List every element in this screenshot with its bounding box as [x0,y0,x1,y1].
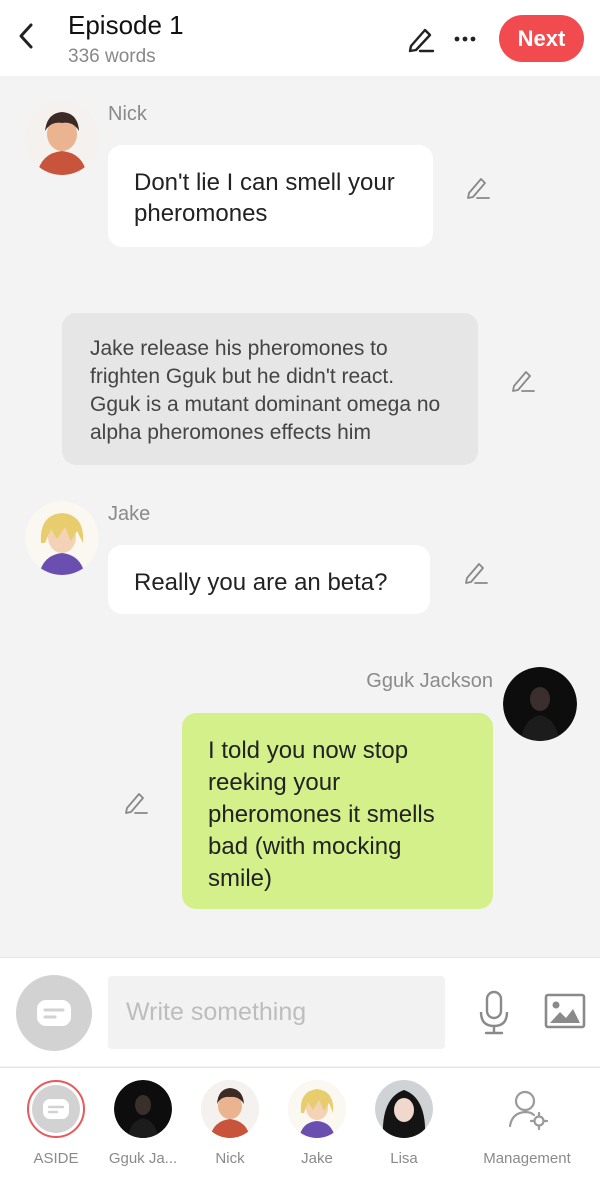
gguk-avatar[interactable] [503,667,577,741]
avatar [201,1080,259,1138]
more-dots-icon [454,36,476,42]
image-icon [544,993,586,1029]
jake-avatar[interactable] [25,501,99,575]
message-bubble[interactable]: Really you are an beta? [108,545,430,614]
pencil-icon [467,178,490,199]
episode-title: Episode 1 [68,10,184,40]
message-bubble[interactable]: I told you now stop reeking your pheromo… [182,713,493,909]
edit-message-button[interactable] [462,558,490,586]
nav-label: Gguk Ja... [108,1150,178,1167]
nick-avatar[interactable] [25,101,99,175]
nav-item-nick[interactable]: Nick [184,1080,276,1180]
pencil-icon [465,563,488,584]
avatar [288,1080,346,1138]
nav-item-jake[interactable]: Jake [271,1080,363,1180]
edit-message-button[interactable] [464,173,492,201]
avatar [114,1080,172,1138]
aside-toggle-button[interactable] [16,975,92,1051]
nav-label: ASIDE [33,1150,79,1167]
speaker-name: Gguk Jackson [366,670,493,692]
nav-label: Management [483,1150,571,1167]
nav-label: Nick [215,1150,245,1167]
management-icon [498,1080,556,1138]
nav-item-gguk[interactable]: Gguk Ja... [97,1080,189,1180]
message-input[interactable] [108,976,445,1049]
character-bar: ASIDE Gguk Ja... Nick Jake Lisa Manageme… [0,1067,600,1187]
nav-item-aside[interactable]: ASIDE [10,1080,102,1180]
avatar [375,1080,433,1138]
word-count: 336 words [68,46,156,67]
nav-item-lisa[interactable]: Lisa [358,1080,450,1180]
chevron-left-icon [19,23,33,49]
more-options-button[interactable] [448,22,482,56]
microphone-icon [479,990,509,1035]
edit-message-button[interactable] [509,366,537,394]
message-bubble[interactable]: Don't lie I can smell your pheromones [108,145,433,247]
nav-label: Lisa [390,1150,418,1167]
back-button[interactable] [12,18,40,54]
next-button[interactable]: Next [499,15,584,62]
chat-thread: Nick Don't lie I can smell your pheromon… [0,76,600,956]
nav-label: Jake [301,1150,333,1167]
pencil-icon [512,371,535,392]
image-button[interactable] [543,991,587,1031]
aside-chat-icon [37,1000,71,1026]
speaker-name: Jake [108,503,151,525]
edit-message-button[interactable] [122,788,150,816]
voice-button[interactable] [474,988,514,1038]
narration-bubble[interactable]: Jake release his pheromones to frighten … [62,313,478,465]
pencil-icon [408,28,435,53]
composer-bar [0,957,600,1066]
edit-title-button[interactable] [404,22,438,56]
nav-item-management[interactable]: Management [481,1080,573,1180]
top-bar: Episode 1 336 words Next [0,0,600,76]
pencil-icon [125,793,148,814]
speaker-name: Nick [108,103,147,125]
aside-avatar [27,1080,85,1138]
aside-chat-icon [43,1099,69,1119]
